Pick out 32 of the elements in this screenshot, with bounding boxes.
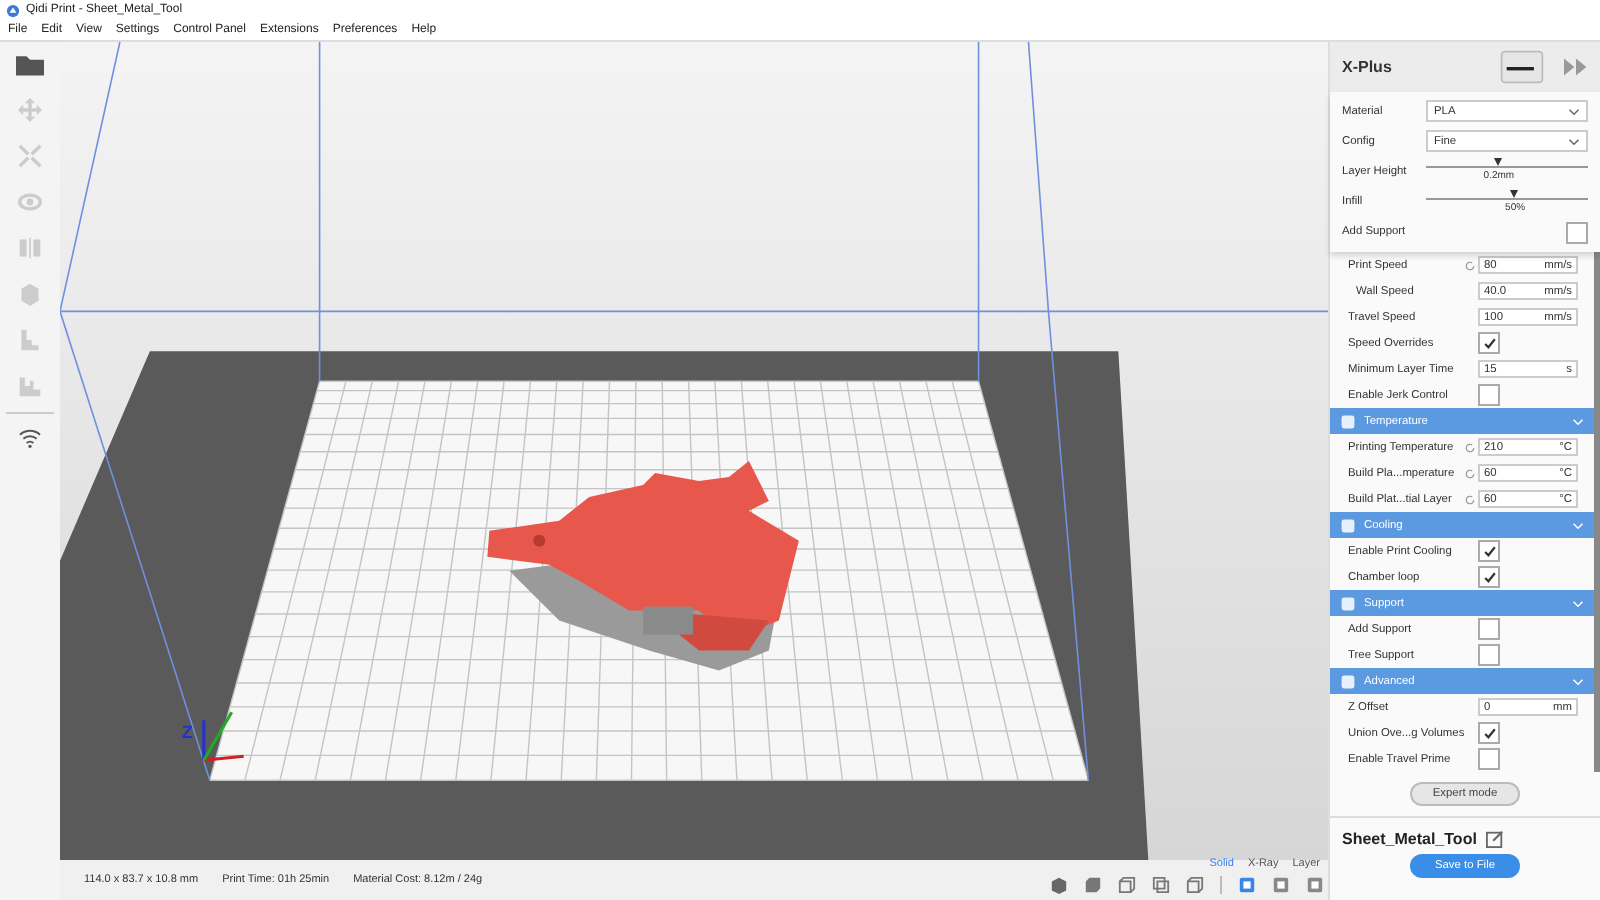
- checkbox[interactable]: [1478, 748, 1500, 770]
- cube-view-icon[interactable]: [1118, 876, 1136, 894]
- chevron-down-icon: [1572, 677, 1584, 685]
- checkbox[interactable]: [1478, 540, 1500, 562]
- cube-view-icon[interactable]: [1050, 876, 1068, 894]
- slider-thumb[interactable]: [1493, 158, 1502, 167]
- model-name: Sheet_Metal_Tool: [1342, 830, 1477, 848]
- checkbox[interactable]: [1566, 221, 1588, 244]
- chevron-down-icon: [1572, 521, 1584, 529]
- chevron-down-icon: [1572, 599, 1584, 607]
- reset-icon[interactable]: [1464, 259, 1476, 271]
- wifi-icon[interactable]: [18, 428, 42, 448]
- checkbox[interactable]: [1478, 722, 1500, 744]
- checkbox[interactable]: [1478, 332, 1500, 354]
- chevron-down-icon: [1568, 107, 1580, 116]
- checkbox[interactable]: [1478, 618, 1500, 640]
- double-arrow-icon[interactable]: [1564, 58, 1588, 76]
- printer-icon[interactable]: [1496, 50, 1548, 84]
- slider-thumb[interactable]: [1510, 189, 1519, 198]
- cube-view-icon[interactable]: [1152, 876, 1170, 894]
- reset-icon[interactable]: [1464, 493, 1476, 505]
- printer-name: X-Plus: [1342, 58, 1394, 76]
- edit-icon[interactable]: [1486, 830, 1505, 848]
- checkbox[interactable]: [1478, 566, 1500, 588]
- checkbox[interactable]: [1478, 384, 1500, 406]
- reset-icon[interactable]: [1464, 441, 1476, 453]
- chevron-down-icon: [1568, 137, 1580, 146]
- folder-icon[interactable]: [16, 54, 44, 76]
- reset-icon[interactable]: [1464, 467, 1476, 479]
- cube-view-icon[interactable]: [1186, 876, 1204, 894]
- chevron-down-icon: [1572, 417, 1584, 425]
- checkbox[interactable]: [1478, 644, 1500, 666]
